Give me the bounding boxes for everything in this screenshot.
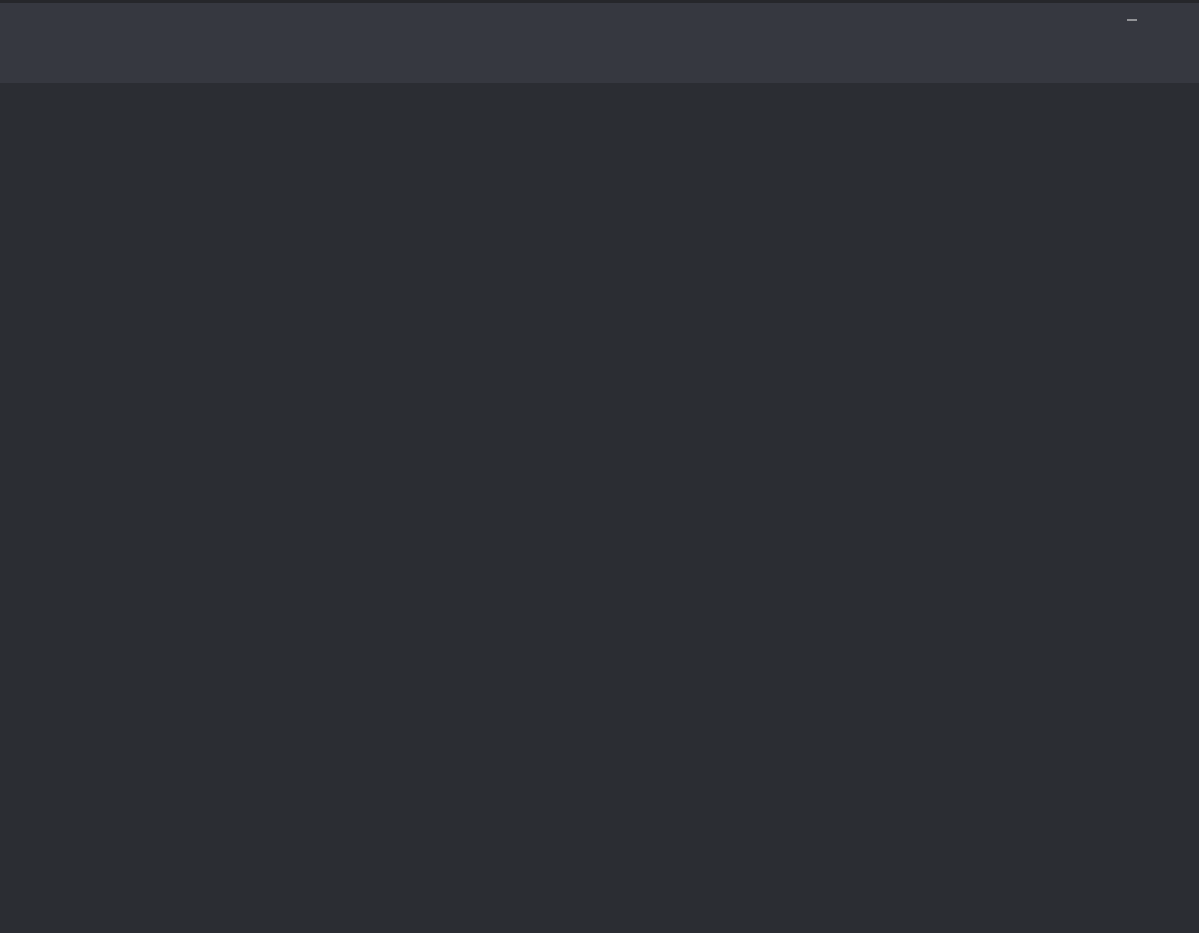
window-top-strip (0, 0, 1199, 3)
title-and-ribbon-bar (0, 0, 1199, 83)
